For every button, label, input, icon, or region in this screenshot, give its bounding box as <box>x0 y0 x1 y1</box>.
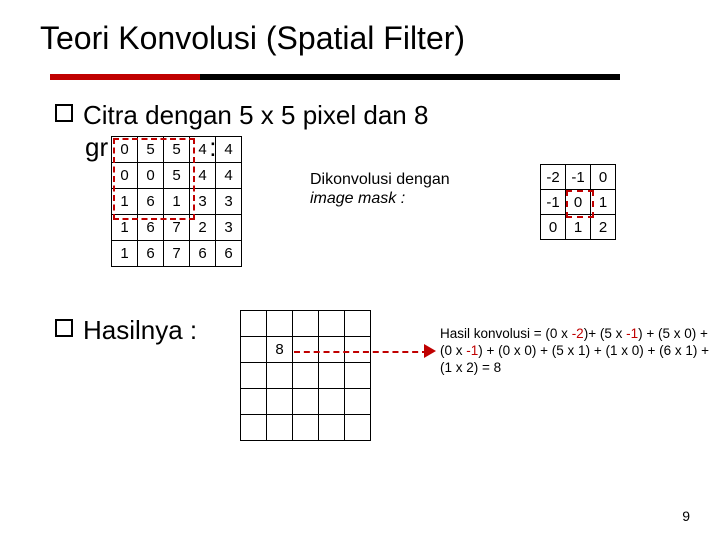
bullet-citra: Citra dengan 5 x 5 pixel dan 8 <box>55 100 428 131</box>
explain-neg2: -2 <box>572 326 584 341</box>
result-cell: 8 <box>267 337 293 363</box>
page-number: 9 <box>682 508 690 524</box>
table-cell: 7 <box>164 241 190 267</box>
bullet-box-icon <box>55 104 73 122</box>
table-cell: 1 <box>112 189 138 215</box>
table-cell: -2 <box>541 165 566 190</box>
page-title: Teori Konvolusi (Spatial Filter) <box>40 20 465 57</box>
table-cell: 1 <box>112 215 138 241</box>
caption-dikonvolusi: Dikonvolusi dengan image mask : <box>310 170 450 208</box>
table-cell: 4 <box>190 163 216 189</box>
table-cell: 4 <box>216 137 242 163</box>
table-cell: 0 <box>138 163 164 189</box>
table-cell: 3 <box>216 189 242 215</box>
table-cell: 1 <box>164 189 190 215</box>
table-cell: 6 <box>138 215 164 241</box>
explain-mid1: )+ (5 x <box>584 326 626 341</box>
table-cell: 0 <box>591 165 616 190</box>
table-cell: 0 <box>566 190 591 215</box>
bullet-hasilnya: Hasilnya : <box>55 315 197 346</box>
bullet-citra-line1: Citra dengan 5 x 5 pixel dan 8 <box>83 100 428 130</box>
table-cell: 3 <box>216 215 242 241</box>
table-cell: 0 <box>541 215 566 240</box>
caption-line2: image mask : <box>310 190 405 207</box>
mask-grid: -2 -1 0 -1 0 1 0 1 2 <box>540 164 616 240</box>
table-cell: 0 <box>112 163 138 189</box>
table-cell: 1 <box>591 190 616 215</box>
title-rule-accent <box>50 74 200 80</box>
table-cell: 5 <box>164 163 190 189</box>
table-cell: 1 <box>112 241 138 267</box>
arrow-head-icon <box>424 344 436 358</box>
table-cell: 5 <box>138 137 164 163</box>
table-cell: 4 <box>216 163 242 189</box>
table-cell: 6 <box>190 241 216 267</box>
table-cell: 6 <box>216 241 242 267</box>
table-cell: 3 <box>190 189 216 215</box>
explain-mid3: ) + (0 x 0) + (5 x 1) + (1 x 0) + (6 x 1… <box>440 343 709 375</box>
table-cell: 4 <box>190 137 216 163</box>
result-explanation: Hasil konvolusi = (0 x -2)+ (5 x -1) + (… <box>440 326 712 377</box>
caption-line1: Dikonvolusi dengan <box>310 171 450 188</box>
arrow-shaft <box>294 351 428 353</box>
table-cell: 6 <box>138 189 164 215</box>
table-cell: -1 <box>566 165 591 190</box>
table-cell: 0 <box>112 137 138 163</box>
bullet-box-icon <box>55 319 73 337</box>
source-grid: 0 5 5 4 4 0 0 5 4 4 1 6 1 3 3 1 6 7 2 3 <box>111 136 242 267</box>
table-cell: 5 <box>164 137 190 163</box>
explain-neg1b: -1 <box>466 343 478 358</box>
table-cell: 6 <box>138 241 164 267</box>
result-grid: 8 <box>240 310 371 441</box>
bullet-hasilnya-text: Hasilnya : <box>83 315 197 345</box>
table-cell: -1 <box>541 190 566 215</box>
explain-neg1a: -1 <box>626 326 638 341</box>
table-cell: 7 <box>164 215 190 241</box>
explain-prefix: Hasil konvolusi = (0 x <box>440 326 572 341</box>
table-cell: 1 <box>566 215 591 240</box>
slide: Teori Konvolusi (Spatial Filter) Citra d… <box>0 0 720 540</box>
table-cell: 2 <box>591 215 616 240</box>
table-cell: 2 <box>190 215 216 241</box>
